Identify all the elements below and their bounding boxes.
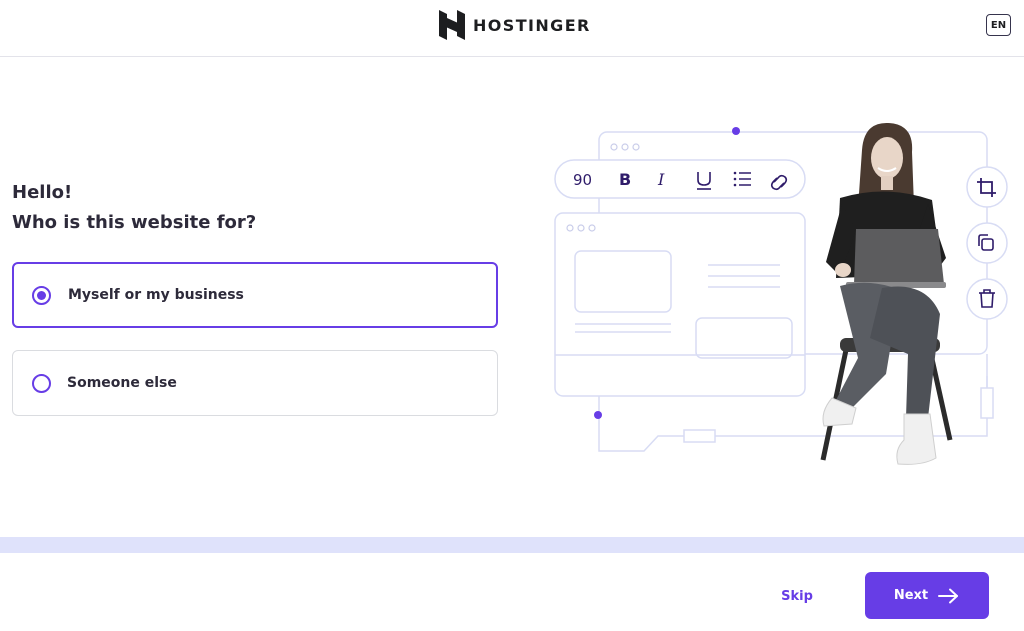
crop-icon xyxy=(966,166,1008,208)
bold-icon: B xyxy=(619,170,631,189)
progress-bar xyxy=(0,537,1024,553)
hostinger-logo-icon xyxy=(439,10,465,40)
option-label: Someone else xyxy=(67,375,177,391)
svg-text:B: B xyxy=(619,170,631,189)
italic-icon: I xyxy=(657,170,665,189)
radio-checked-icon[interactable] xyxy=(32,285,51,305)
option-label: Myself or my business xyxy=(68,287,244,303)
option-someone-else[interactable]: Someone else xyxy=(12,350,498,416)
website-builder-illustration: 90 B I xyxy=(554,122,1008,465)
option-myself-or-business[interactable]: Myself or my business xyxy=(12,262,498,328)
brand-logo[interactable]: HOSTINGER xyxy=(439,10,591,40)
language-selector[interactable]: EN xyxy=(986,14,1011,36)
arrow-right-icon xyxy=(938,588,959,603)
copy-icon xyxy=(966,222,1008,264)
greeting-text: Hello! xyxy=(12,182,73,203)
font-size-label: 90 xyxy=(573,171,592,189)
radio-unchecked-icon[interactable] xyxy=(32,373,51,393)
next-button[interactable]: Next xyxy=(865,572,989,619)
svg-text:I: I xyxy=(657,170,665,189)
trash-icon xyxy=(966,278,1008,320)
skip-button[interactable]: Skip xyxy=(771,584,823,608)
next-button-label: Next xyxy=(893,588,929,603)
hero-illustration: 90 B I xyxy=(540,118,1020,478)
header: HOSTINGER EN xyxy=(0,0,1024,57)
question-heading: Who is this website for? xyxy=(12,212,257,233)
brand-name: HOSTINGER xyxy=(473,15,591,35)
